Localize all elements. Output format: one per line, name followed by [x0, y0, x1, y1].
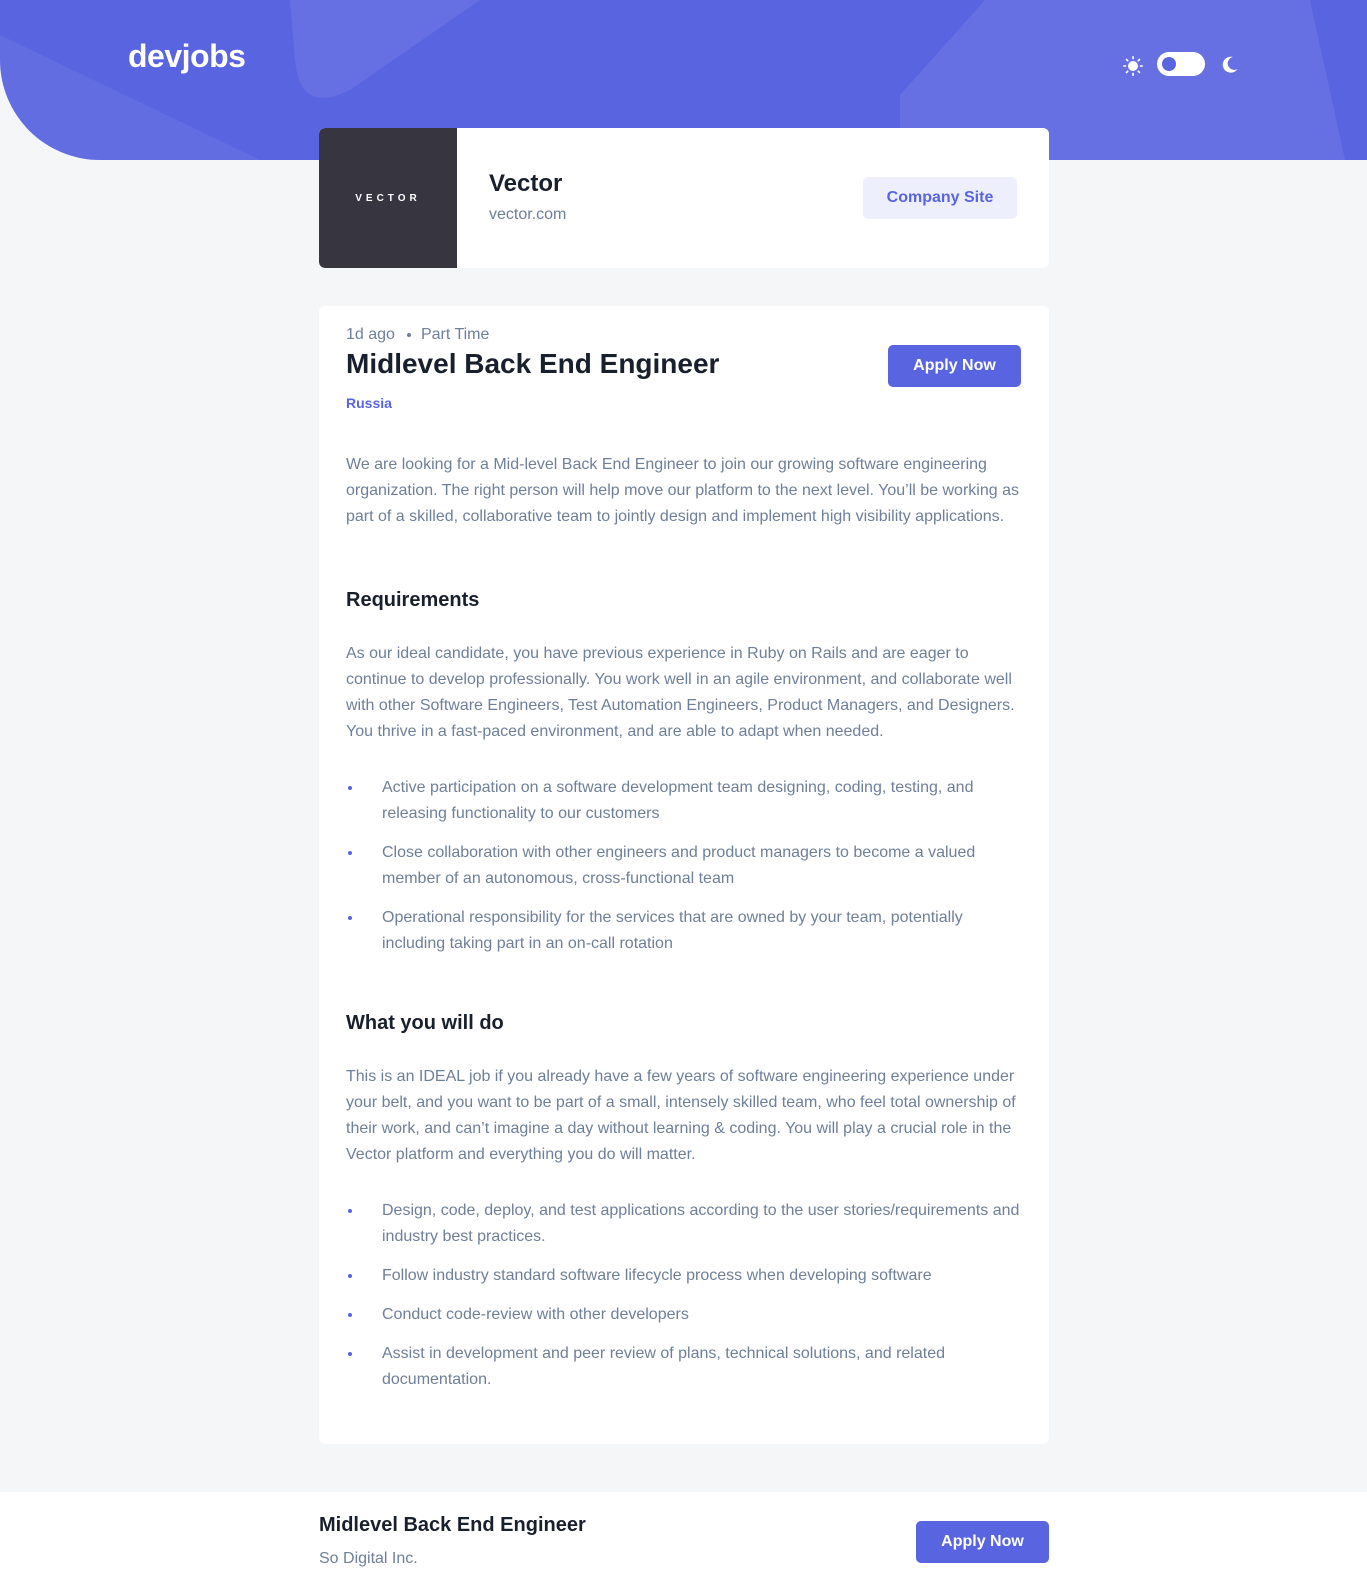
- list-item: Assist in development and peer review of…: [346, 1341, 1026, 1393]
- contract-type: Part Time: [420, 326, 490, 343]
- list-item: Operational responsibility for the servi…: [346, 905, 1026, 957]
- job-details-card: 1d ago Part Time Midlevel Back End Engin…: [319, 306, 1049, 1444]
- company-name: Vector: [489, 170, 563, 197]
- role-content: This is an IDEAL job if you already have…: [346, 1068, 1016, 1163]
- posted-time: 1d ago: [346, 326, 395, 343]
- job-meta: 1d ago Part Time: [346, 326, 489, 344]
- company-domain: vector.com: [489, 206, 567, 223]
- moon-icon: [1222, 56, 1238, 79]
- job-location: Russia: [346, 395, 392, 411]
- role-list: Design, code, deploy, and test applicati…: [346, 1198, 1026, 1406]
- what-you-will-do-heading: What you will do: [346, 1012, 504, 1034]
- footer-bar: Midlevel Back End Engineer So Digital In…: [0, 1492, 1367, 1592]
- theme-switch-knob: [1162, 57, 1176, 71]
- company-logo-text: VECTOR: [355, 192, 421, 204]
- job-title: Midlevel Back End Engineer: [346, 348, 720, 379]
- requirements-list: Active participation on a software devel…: [346, 775, 1026, 970]
- theme-switch[interactable]: [1157, 52, 1205, 76]
- footer-apply-now-button[interactable]: Apply Now: [916, 1521, 1049, 1563]
- list-item: Design, code, deploy, and test applicati…: [346, 1198, 1026, 1250]
- company-card: VECTOR Vector vector.com Company Site: [319, 128, 1049, 268]
- apply-now-button[interactable]: Apply Now: [888, 345, 1021, 387]
- sun-icon: [1123, 56, 1144, 81]
- list-item: Close collaboration with other engineers…: [346, 840, 1026, 892]
- list-item: Follow industry standard software lifecy…: [346, 1263, 1026, 1289]
- requirements-content: As our ideal candidate, you have previou…: [346, 645, 1015, 740]
- job-description: We are looking for a Mid-level Back End …: [346, 456, 1019, 525]
- footer-company-name: So Digital Inc.: [319, 1550, 418, 1567]
- company-logo: VECTOR: [319, 128, 457, 268]
- requirements-heading: Requirements: [346, 589, 480, 611]
- footer-job-title: Midlevel Back End Engineer: [319, 1514, 586, 1536]
- company-site-button[interactable]: Company Site: [863, 177, 1017, 219]
- list-item: Conduct code-review with other developer…: [346, 1302, 1026, 1328]
- devjobs-logo[interactable]: devjobs: [128, 38, 246, 75]
- list-item: Active participation on a software devel…: [346, 775, 1026, 827]
- meta-separator: [406, 333, 411, 337]
